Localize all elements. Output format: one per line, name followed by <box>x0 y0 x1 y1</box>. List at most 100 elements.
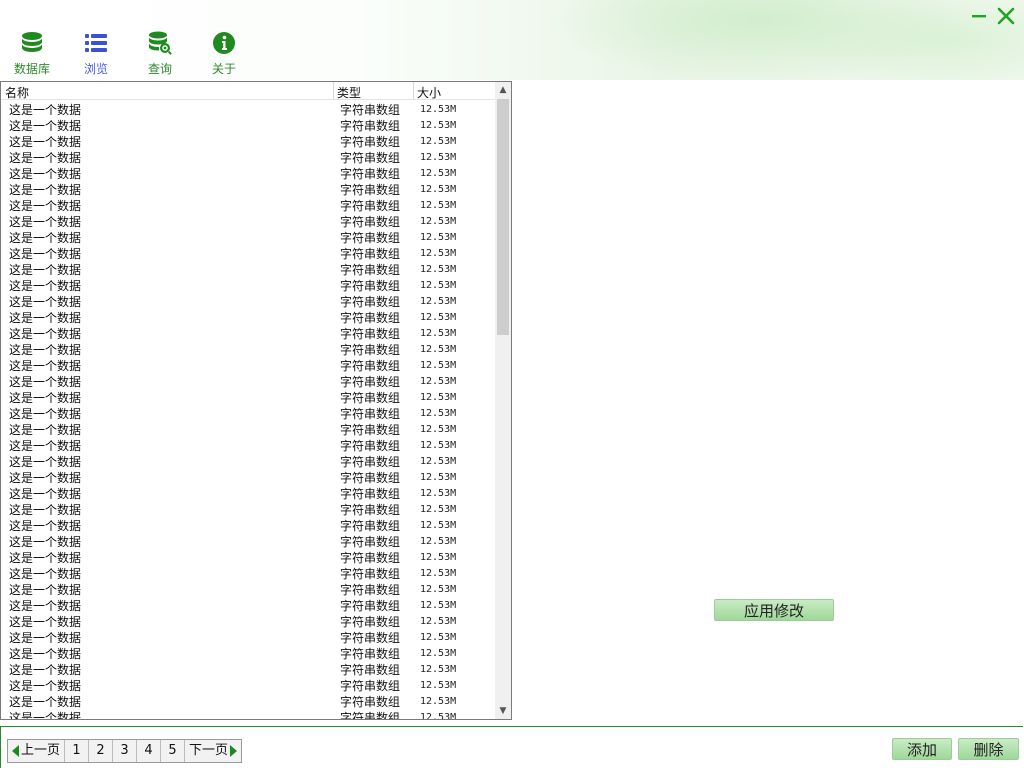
apply-changes-button[interactable]: 应用修改 <box>714 599 834 621</box>
table-row[interactable]: 这是一个数据 字符串数组 12.53M <box>1 534 495 550</box>
page-button-4[interactable]: 4 <box>137 740 162 762</box>
table-row[interactable]: 这是一个数据 字符串数组 12.53M <box>1 294 495 310</box>
page-button-5[interactable]: 5 <box>161 740 186 762</box>
cell-size: 12.53M <box>420 104 457 115</box>
toolbar-item-browse[interactable]: 浏览 <box>66 30 126 77</box>
cell-size: 12.53M <box>420 168 457 179</box>
page-button-1[interactable]: 1 <box>65 740 90 762</box>
cell-name: 这是一个数据 <box>9 711 82 719</box>
cell-name: 这是一个数据 <box>9 167 82 181</box>
column-header-type[interactable]: 类型 <box>337 84 361 101</box>
cell-type: 字符串数组 <box>340 599 401 613</box>
toolbar-item-label: 数据库 <box>13 62 50 76</box>
table-row[interactable]: 这是一个数据 字符串数组 12.53M <box>1 278 495 294</box>
table-row[interactable]: 这是一个数据 字符串数组 12.53M <box>1 518 495 534</box>
scroll-thumb[interactable] <box>497 99 509 335</box>
table-row[interactable]: 这是一个数据 字符串数组 12.53M <box>1 358 495 374</box>
cell-size: 12.53M <box>420 328 457 339</box>
cell-type: 字符串数组 <box>340 391 401 405</box>
cell-name: 这是一个数据 <box>9 695 82 709</box>
scroll-up-icon[interactable]: ▲ <box>495 82 511 98</box>
minimize-icon[interactable] <box>970 6 988 26</box>
add-button[interactable]: 添加 <box>892 738 952 760</box>
table-row[interactable]: 这是一个数据 字符串数组 12.53M <box>1 150 495 166</box>
cell-type: 字符串数组 <box>340 551 401 565</box>
table-row[interactable]: 这是一个数据 字符串数组 12.53M <box>1 246 495 262</box>
table-row[interactable]: 这是一个数据 字符串数组 12.53M <box>1 134 495 150</box>
table-row[interactable]: 这是一个数据 字符串数组 12.53M <box>1 662 495 678</box>
table-row[interactable]: 这是一个数据 字符串数组 12.53M <box>1 470 495 486</box>
table-row[interactable]: 这是一个数据 字符串数组 12.53M <box>1 438 495 454</box>
table-row[interactable]: 这是一个数据 字符串数组 12.53M <box>1 118 495 134</box>
cell-size: 12.53M <box>420 120 457 131</box>
table-row[interactable]: 这是一个数据 字符串数组 12.53M <box>1 406 495 422</box>
cell-type: 字符串数组 <box>340 151 401 165</box>
table-row[interactable]: 这是一个数据 字符串数组 12.53M <box>1 374 495 390</box>
cell-name: 这是一个数据 <box>9 631 82 645</box>
cell-size: 12.53M <box>420 712 457 719</box>
cell-name: 这是一个数据 <box>9 231 82 245</box>
table-row[interactable]: 这是一个数据 字符串数组 12.53M <box>1 214 495 230</box>
cell-size: 12.53M <box>420 680 457 691</box>
bottom-bar: 上一页 1 2 3 4 5 下一页 添加 删除 <box>0 726 1023 768</box>
table-row[interactable]: 这是一个数据 字符串数组 12.53M <box>1 694 495 710</box>
table-row[interactable]: 这是一个数据 字符串数组 12.53M <box>1 598 495 614</box>
table-row[interactable]: 这是一个数据 字符串数组 12.53M <box>1 198 495 214</box>
list-rows: 这是一个数据 字符串数组 12.53M 这是一个数据 字符串数组 12.53M 这是一个数据… <box>1 102 495 719</box>
page-button-3[interactable]: 3 <box>113 740 138 762</box>
table-row[interactable]: 这是一个数据 字符串数组 12.53M <box>1 614 495 630</box>
cell-size: 12.53M <box>420 296 457 307</box>
table-row[interactable]: 这是一个数据 字符串数组 12.53M <box>1 630 495 646</box>
table-row[interactable]: 这是一个数据 字符串数组 12.53M <box>1 310 495 326</box>
arrow-right-icon <box>230 744 238 757</box>
table-row[interactable]: 这是一个数据 字符串数组 12.53M <box>1 678 495 694</box>
table-row[interactable]: 这是一个数据 字符串数组 12.53M <box>1 486 495 502</box>
toolbar-item-query[interactable]: 查询 <box>130 30 190 77</box>
toolbar-item-database[interactable]: 数据库 <box>2 30 62 77</box>
page-button-2[interactable]: 2 <box>89 740 114 762</box>
cell-size: 12.53M <box>420 376 457 387</box>
table-row[interactable]: 这是一个数据 字符串数组 12.53M <box>1 422 495 438</box>
table-row[interactable]: 这是一个数据 字符串数组 12.53M <box>1 182 495 198</box>
cell-name: 这是一个数据 <box>9 599 82 613</box>
toolbar-item-about[interactable]: 关于 <box>194 30 254 77</box>
delete-button[interactable]: 删除 <box>958 738 1019 760</box>
table-row[interactable]: 这是一个数据 字符串数组 12.53M <box>1 550 495 566</box>
table-row[interactable]: 这是一个数据 字符串数组 12.53M <box>1 262 495 278</box>
cell-type: 字符串数组 <box>340 583 401 597</box>
cell-name: 这是一个数据 <box>9 519 82 533</box>
table-row[interactable]: 这是一个数据 字符串数组 12.53M <box>1 566 495 582</box>
column-header-name[interactable]: 名称 <box>5 84 29 101</box>
table-row[interactable]: 这是一个数据 字符串数组 12.53M <box>1 342 495 358</box>
cell-name: 这是一个数据 <box>9 135 82 149</box>
cell-size: 12.53M <box>420 200 457 211</box>
cell-type: 字符串数组 <box>340 455 401 469</box>
cell-name: 这是一个数据 <box>9 567 82 581</box>
table-row[interactable]: 这是一个数据 字符串数组 12.53M <box>1 166 495 182</box>
table-row[interactable]: 这是一个数据 字符串数组 12.53M <box>1 582 495 598</box>
close-icon[interactable] <box>996 6 1016 26</box>
column-header-size[interactable]: 大小 <box>417 84 441 101</box>
prev-page-button[interactable]: 上一页 <box>8 740 66 762</box>
table-row[interactable]: 这是一个数据 字符串数组 12.53M <box>1 502 495 518</box>
column-divider[interactable] <box>333 82 334 99</box>
table-row[interactable]: 这是一个数据 字符串数组 12.53M <box>1 646 495 662</box>
arrow-left-icon <box>12 744 19 757</box>
vertical-scrollbar[interactable]: ▲ ▼ <box>495 82 511 719</box>
list-header: 名称 类型 大小 <box>1 82 495 100</box>
column-divider[interactable] <box>413 82 414 99</box>
scroll-down-icon[interactable]: ▼ <box>495 703 511 719</box>
cell-size: 12.53M <box>420 472 457 483</box>
next-page-button[interactable]: 下一页 <box>185 740 241 762</box>
table-row[interactable]: 这是一个数据 字符串数组 12.53M <box>1 710 495 719</box>
cell-name: 这是一个数据 <box>9 343 82 357</box>
cell-name: 这是一个数据 <box>9 151 82 165</box>
table-row[interactable]: 这是一个数据 字符串数组 12.53M <box>1 390 495 406</box>
cell-size: 12.53M <box>420 520 457 531</box>
cell-type: 字符串数组 <box>340 375 401 389</box>
table-row[interactable]: 这是一个数据 字符串数组 12.53M <box>1 326 495 342</box>
table-row[interactable]: 这是一个数据 字符串数组 12.53M <box>1 102 495 118</box>
table-row[interactable]: 这是一个数据 字符串数组 12.53M <box>1 230 495 246</box>
table-row[interactable]: 这是一个数据 字符串数组 12.53M <box>1 454 495 470</box>
cell-size: 12.53M <box>420 408 457 419</box>
